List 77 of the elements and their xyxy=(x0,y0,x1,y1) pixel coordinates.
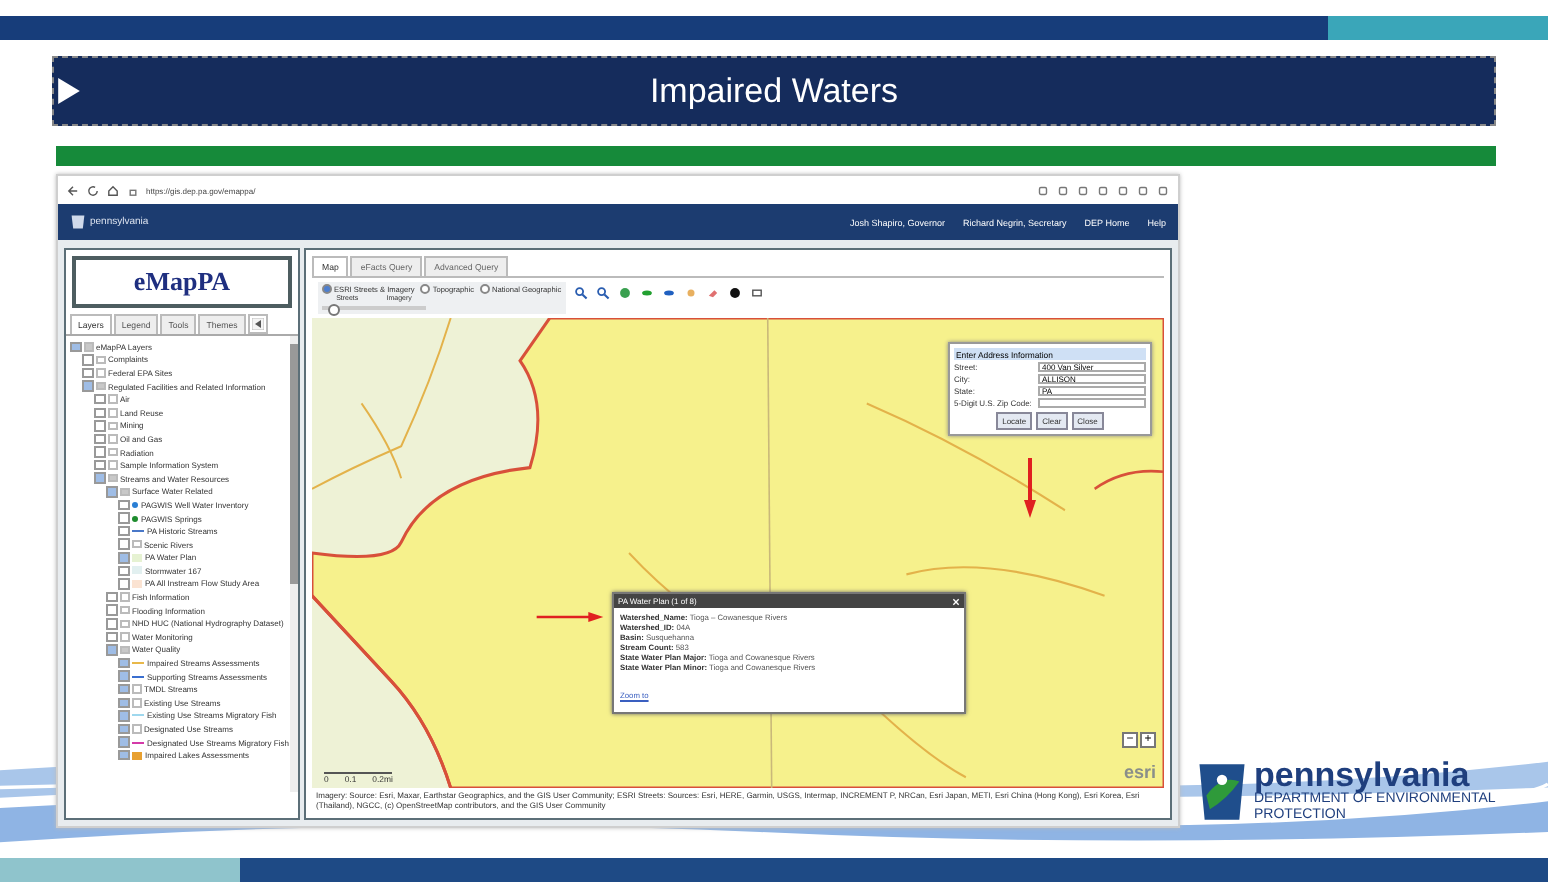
layer-checkbox[interactable] xyxy=(118,538,129,550)
layer-checkbox[interactable] xyxy=(118,499,129,511)
layer-checkbox[interactable] xyxy=(118,683,129,695)
eraser-icon[interactable] xyxy=(705,286,720,300)
expand-toggle[interactable] xyxy=(120,632,129,642)
layer-checkbox[interactable] xyxy=(94,420,105,432)
expand-toggle[interactable] xyxy=(120,592,129,602)
radio-button[interactable] xyxy=(322,284,332,294)
layer-checkbox[interactable] xyxy=(82,354,93,366)
expand-toggle[interactable] xyxy=(132,724,141,734)
keystone-logo-icon xyxy=(1196,761,1248,821)
layer-checkbox[interactable] xyxy=(106,644,117,656)
slide-title: Impaired Waters xyxy=(649,71,899,111)
layer-checkbox[interactable] xyxy=(118,525,129,537)
expand-toggle[interactable] xyxy=(96,368,105,378)
keystone-icon xyxy=(70,214,86,230)
radio-button[interactable] xyxy=(420,284,431,294)
layer-checkbox[interactable] xyxy=(94,446,105,458)
expand-toggle[interactable] xyxy=(132,539,141,549)
scrollbar[interactable] xyxy=(290,336,298,792)
expand-toggle[interactable] xyxy=(120,487,129,497)
home-icon[interactable] xyxy=(106,183,120,197)
expand-toggle[interactable] xyxy=(84,342,93,352)
expand-toggle[interactable] xyxy=(108,434,117,444)
annotation-arrow xyxy=(1024,458,1036,518)
expand-toggle[interactable] xyxy=(120,619,129,629)
expand-toggle[interactable] xyxy=(96,381,105,391)
expand-toggle[interactable] xyxy=(108,460,117,470)
layer-checkbox[interactable] xyxy=(94,407,105,419)
expand-toggle[interactable] xyxy=(120,605,129,615)
layer-checkbox[interactable] xyxy=(106,618,117,630)
layer-checkbox[interactable] xyxy=(118,749,129,761)
layer-checkbox[interactable] xyxy=(94,433,105,445)
expand-toggle[interactable] xyxy=(120,645,129,655)
layer-checkbox[interactable] xyxy=(118,697,129,709)
layer-checkbox[interactable] xyxy=(106,604,117,616)
radio-button[interactable] xyxy=(480,284,490,294)
layer-checkbox[interactable] xyxy=(70,341,81,353)
app-title: eMapPA xyxy=(72,256,292,308)
expand-toggle[interactable] xyxy=(96,355,105,365)
zoom-out-icon[interactable] xyxy=(595,286,610,300)
layer-checkbox[interactable] xyxy=(106,486,117,498)
expand-toggle[interactable] xyxy=(132,684,141,694)
scroll-left-icon[interactable] xyxy=(247,314,268,334)
expand-toggle[interactable] xyxy=(108,473,117,483)
expand-toggle[interactable] xyxy=(108,394,117,404)
layer-checkbox[interactable] xyxy=(118,657,129,669)
input-field[interactable] xyxy=(1038,397,1146,407)
layer-checkbox[interactable] xyxy=(118,552,129,564)
expand-toggle[interactable] xyxy=(108,421,117,431)
layer-checkbox[interactable] xyxy=(106,631,117,643)
layer-checkbox[interactable] xyxy=(118,723,129,735)
slider-thumb[interactable] xyxy=(327,303,340,315)
layer-checkbox[interactable] xyxy=(94,459,105,471)
print-icon[interactable] xyxy=(749,286,764,300)
expand-toggle[interactable] xyxy=(108,408,117,418)
logo-wordmark: pennsylvania xyxy=(1254,758,1470,792)
layer-checkbox[interactable] xyxy=(118,578,129,590)
layer-checkbox[interactable] xyxy=(118,565,129,577)
expand-toggle[interactable] xyxy=(132,698,141,708)
close-icon[interactable] xyxy=(952,597,960,605)
layer-checkbox[interactable] xyxy=(118,710,129,722)
triangle-icon xyxy=(58,78,80,104)
back-icon[interactable] xyxy=(66,183,80,197)
layer-checkbox[interactable] xyxy=(106,591,117,603)
layer-checkbox[interactable] xyxy=(118,736,129,748)
esri-logo: esri xyxy=(1123,762,1156,782)
annotation-arrow xyxy=(532,612,608,622)
layer-checkbox[interactable] xyxy=(82,367,93,379)
layer-checkbox[interactable] xyxy=(118,512,129,524)
layer-checkbox[interactable] xyxy=(118,670,129,682)
expand-toggle[interactable] xyxy=(108,447,117,457)
zoom-in-icon[interactable] xyxy=(573,286,588,300)
layer-checkbox[interactable] xyxy=(94,472,105,484)
layer-checkbox[interactable] xyxy=(94,393,105,405)
layer-checkbox[interactable] xyxy=(82,380,93,392)
refresh-icon[interactable] xyxy=(86,183,100,197)
